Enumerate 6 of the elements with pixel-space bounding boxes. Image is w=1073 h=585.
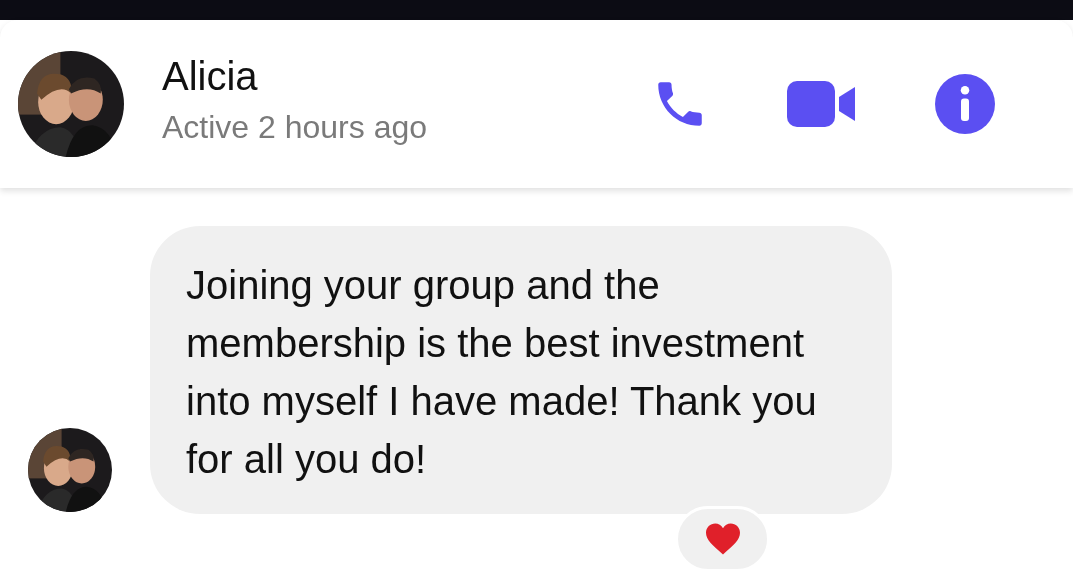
video-camera-icon[interactable] xyxy=(787,81,857,127)
info-icon[interactable] xyxy=(935,74,995,134)
contact-name: Alicia xyxy=(162,54,259,99)
active-status: Active 2 hours ago xyxy=(162,109,428,146)
heart-icon xyxy=(703,522,742,556)
message-bubble: Joining your group and the membership is the best investment into myself I have made! Thank you for all you do! xyxy=(150,226,892,514)
